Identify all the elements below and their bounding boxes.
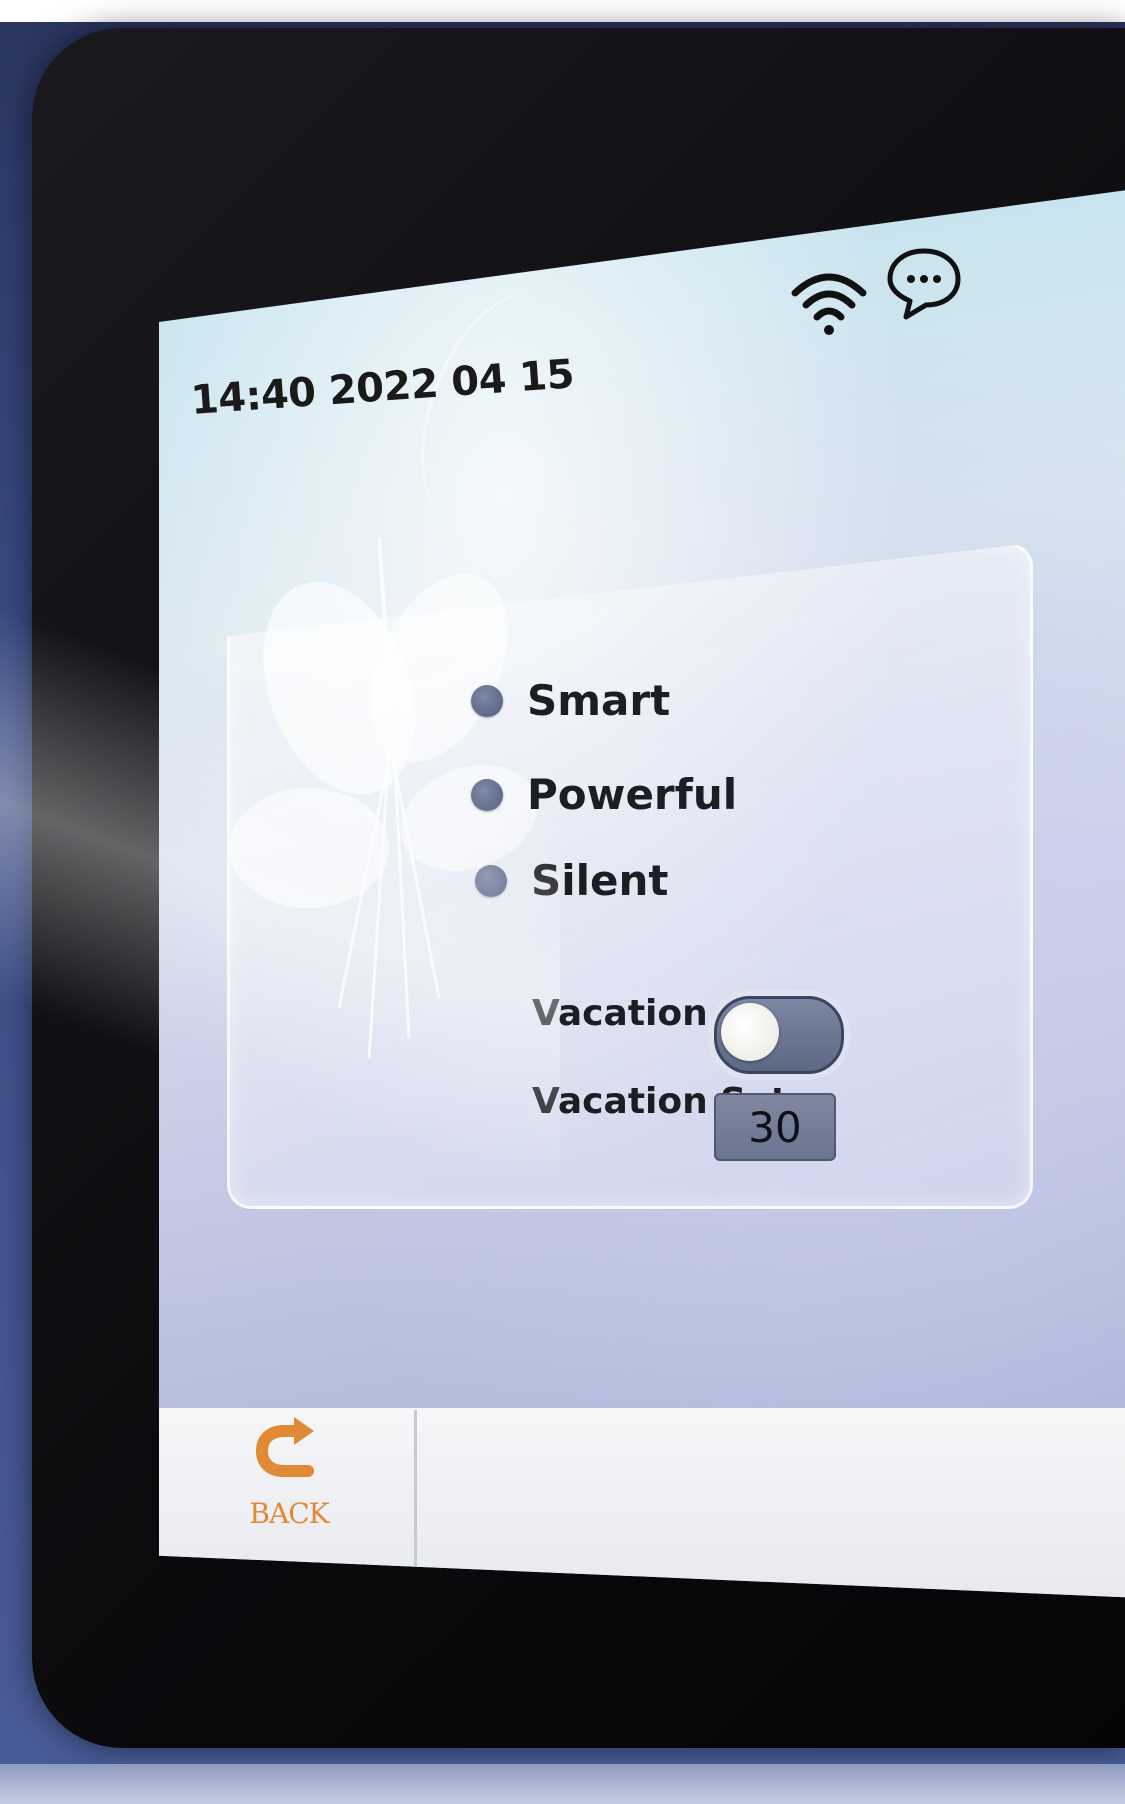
nav-divider xyxy=(414,1410,417,1580)
back-arrow-icon xyxy=(255,1417,314,1477)
touch-screen: 14:40 2022 04 15 Smart Powerful Silent V… xyxy=(159,188,1125,1598)
mode-option-silent[interactable]: Silent xyxy=(475,856,669,905)
vacation-set-value[interactable]: 30 xyxy=(714,1093,836,1161)
radio-silent[interactable] xyxy=(475,864,507,897)
top-margin xyxy=(0,0,1125,22)
mode-label-smart: Smart xyxy=(527,676,671,725)
bottom-margin xyxy=(0,1764,1125,1804)
back-label: BACK xyxy=(249,1497,329,1530)
toggle-knob xyxy=(721,1003,779,1061)
mode-label-powerful: Powerful xyxy=(527,770,738,819)
chat-bubble-icon[interactable] xyxy=(884,243,964,323)
mode-label-silent: Silent xyxy=(531,856,669,905)
radio-smart[interactable] xyxy=(471,684,503,717)
vacation-label: Vacation xyxy=(532,993,708,1034)
mode-option-powerful[interactable]: Powerful xyxy=(471,770,737,819)
vacation-toggle[interactable] xyxy=(714,996,844,1074)
wifi-icon[interactable] xyxy=(789,263,869,343)
mode-option-smart[interactable]: Smart xyxy=(471,676,670,725)
device-bezel: 14:40 2022 04 15 Smart Powerful Silent V… xyxy=(32,28,1125,1748)
status-bar xyxy=(159,188,1125,338)
back-button[interactable]: BACK xyxy=(219,1413,359,1563)
radio-powerful[interactable] xyxy=(471,778,503,811)
